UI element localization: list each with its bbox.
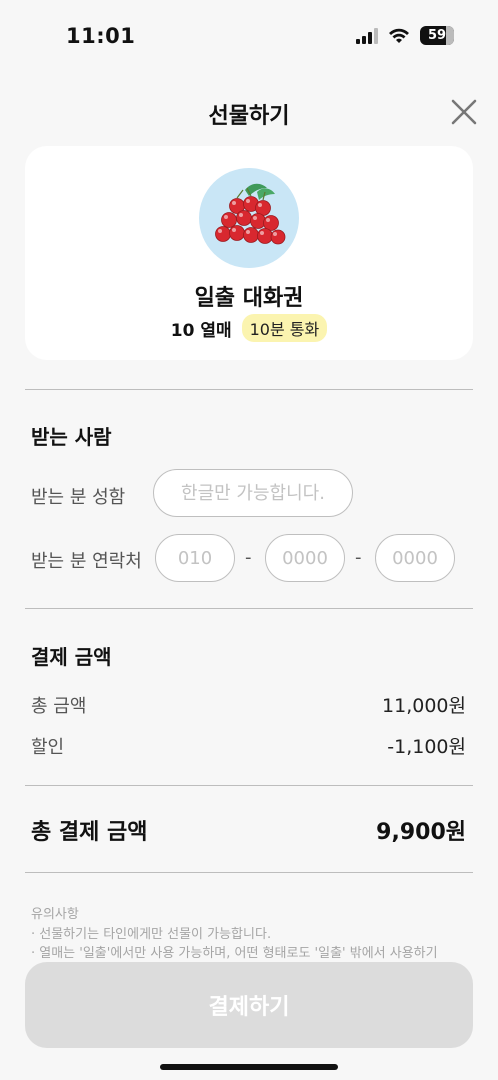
divider	[25, 785, 473, 786]
recipient-name-label: 받는 분 성함	[31, 487, 126, 508]
phone-separator: -	[355, 547, 362, 568]
payment-section-title: 결제 금액	[31, 645, 112, 669]
final-amount-value: 9,900원	[376, 820, 466, 845]
status-time: 11:01	[66, 24, 136, 48]
total-amount-value: 11,000원	[382, 695, 466, 717]
battery-icon: 59	[420, 26, 454, 45]
divider	[25, 872, 473, 873]
product-image	[199, 168, 299, 268]
recipient-section-title: 받는 사람	[31, 425, 112, 449]
notice-title: 유의사항	[31, 907, 79, 922]
close-icon[interactable]	[448, 96, 480, 128]
divider	[25, 389, 473, 390]
page-title: 선물하기	[208, 104, 290, 129]
phone-last-input[interactable]	[375, 534, 455, 582]
product-count: 10 열매	[170, 320, 232, 341]
status-bar: 11:01 59	[0, 0, 498, 72]
divider	[25, 608, 473, 609]
product-card: 일출 대화권 10 열매 10분 통화	[25, 146, 473, 360]
total-amount-label: 총 금액	[31, 696, 87, 717]
cherries-icon	[215, 183, 286, 245]
pay-button[interactable]: 결제하기	[25, 962, 473, 1048]
product-details: 10 열매 10분 통화	[25, 314, 473, 342]
recipient-phone-label: 받는 분 연락처	[31, 551, 142, 572]
final-amount-label: 총 결제 금액	[31, 820, 148, 845]
phone-prefix-input[interactable]	[155, 534, 235, 582]
battery-level: 59	[427, 28, 447, 43]
notice-line: · 열매는 '일출'에서만 사용 가능하며, 어떤 형태로도 '일출' 밖에서 …	[31, 946, 438, 961]
phone-middle-input[interactable]	[265, 534, 345, 582]
discount-value: -1,100원	[387, 736, 466, 758]
phone-separator: -	[245, 547, 252, 568]
discount-label: 할인	[31, 737, 65, 758]
wifi-icon	[389, 28, 409, 43]
recipient-name-input[interactable]	[153, 469, 353, 517]
product-name: 일출 대화권	[194, 286, 304, 311]
duration-badge: 10분 통화	[241, 314, 328, 342]
notice-line: · 선물하기는 타인에게만 선물이 가능합니다.	[31, 927, 272, 942]
status-icons: 59	[356, 26, 454, 45]
home-indicator	[160, 1064, 338, 1070]
header: 선물하기	[0, 84, 498, 140]
signal-bars-icon	[356, 27, 378, 44]
